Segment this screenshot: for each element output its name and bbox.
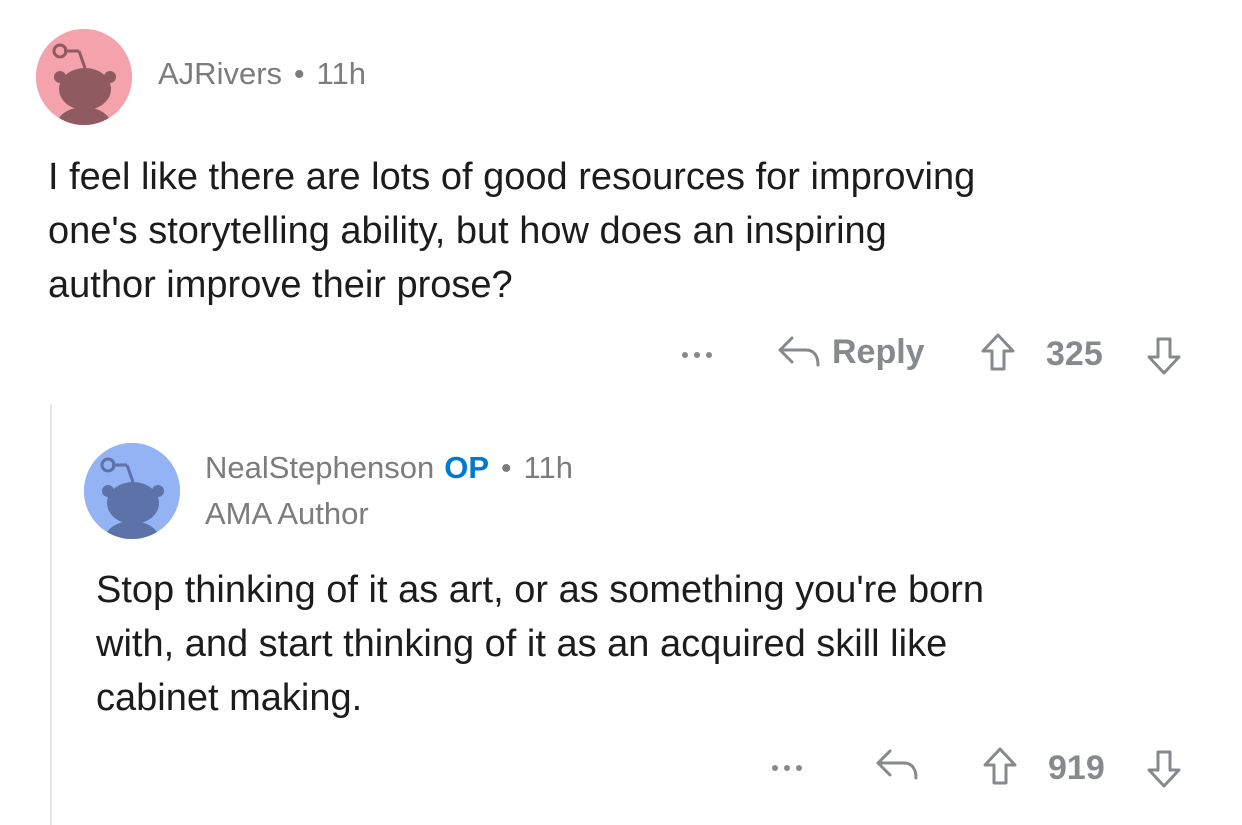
more-options-button[interactable] bbox=[772, 748, 802, 788]
avatar[interactable] bbox=[36, 29, 132, 125]
meta-separator: • bbox=[501, 452, 512, 485]
timestamp: 11h bbox=[316, 56, 366, 91]
more-dots-icon bbox=[772, 765, 778, 771]
comment-thread: AJRivers • 11h I feel like there are lot… bbox=[0, 0, 1242, 825]
comment-meta: AJRivers • 11h bbox=[158, 56, 366, 92]
reply-label: Reply bbox=[832, 332, 925, 371]
comment-body-line: author improve their prose? bbox=[48, 264, 513, 306]
thread-line[interactable] bbox=[50, 404, 52, 825]
reply-arrow-icon bbox=[876, 749, 918, 780]
downvote-arrow-icon bbox=[1147, 750, 1181, 788]
reply-arrow-icon bbox=[778, 336, 820, 367]
vote-count: 919 bbox=[1048, 749, 1105, 787]
comment-body-line: I feel like there are lots of good resou… bbox=[48, 156, 976, 198]
user-flair: AMA Author bbox=[205, 496, 369, 531]
upvote-arrow-icon bbox=[981, 333, 1015, 371]
username[interactable]: AJRivers bbox=[158, 56, 282, 92]
username[interactable]: NealStephenson bbox=[205, 450, 434, 486]
comment-meta: NealStephenson OP • 11h bbox=[205, 450, 573, 486]
comment-body: Stop thinking of it as art, or as someth… bbox=[96, 563, 984, 725]
downvote-button[interactable] bbox=[1142, 334, 1186, 378]
upvote-button[interactable] bbox=[978, 744, 1022, 788]
comment-body-line: Stop thinking of it as art, or as someth… bbox=[96, 569, 985, 611]
reply-button[interactable] bbox=[874, 745, 920, 785]
reply-button[interactable]: Reply bbox=[776, 332, 925, 372]
avatar[interactable] bbox=[84, 443, 180, 539]
comment-body: I feel like there are lots of good resou… bbox=[48, 150, 975, 312]
more-dots-icon bbox=[682, 352, 688, 358]
upvote-arrow-icon bbox=[983, 747, 1017, 785]
comment-body-line: cabinet making. bbox=[96, 677, 363, 719]
comment-body-line: one's storytelling ability, but how does… bbox=[48, 210, 887, 252]
snoo-avatar-icon bbox=[36, 29, 132, 125]
more-options-button[interactable] bbox=[682, 335, 712, 375]
meta-separator: • bbox=[294, 58, 305, 91]
timestamp: 11h bbox=[523, 450, 573, 485]
snoo-avatar-icon bbox=[84, 443, 180, 539]
op-badge: OP bbox=[444, 450, 490, 485]
vote-count: 325 bbox=[1046, 335, 1103, 373]
comment-body-line: with, and start thinking of it as an acq… bbox=[96, 623, 948, 665]
downvote-button[interactable] bbox=[1142, 747, 1186, 791]
downvote-arrow-icon bbox=[1147, 337, 1181, 375]
upvote-button[interactable] bbox=[976, 330, 1020, 374]
